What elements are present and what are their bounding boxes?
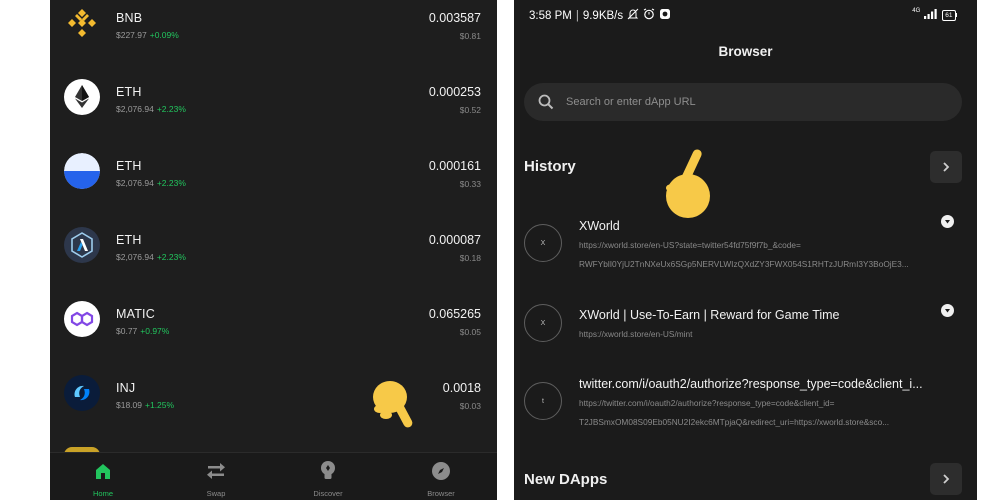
battery-icon: 61	[942, 9, 957, 21]
compass-icon	[401, 459, 481, 483]
nav-label: Swap	[206, 489, 226, 498]
new-dapps-more-button[interactable]	[930, 463, 962, 495]
ethereum-icon	[64, 79, 100, 115]
token-change: +0.97%	[140, 326, 170, 336]
token-usd-value: $0.81	[459, 31, 481, 41]
status-left: 3:58 PM | 9.9KB/s	[529, 8, 671, 23]
token-price: $2,076.94 +2.23%	[116, 104, 186, 114]
chevron-right-icon	[943, 162, 950, 172]
nav-label: Discover	[313, 489, 343, 498]
status-speed: 9.9KB/s	[582, 9, 624, 22]
token-amount: 0.0018	[442, 381, 481, 395]
nav-home[interactable]: Home	[63, 459, 143, 498]
bnb-icon	[64, 5, 100, 41]
token-symbol: INJ	[116, 381, 136, 395]
history-item-title: twitter.com/i/oauth2/authorize?response_…	[579, 377, 923, 391]
alarm-icon	[643, 8, 655, 23]
history-item[interactable]: X XWorld | Use-To-Earn | Reward for Game…	[514, 297, 977, 367]
nav-browser[interactable]: Browser	[401, 459, 481, 498]
signal-icon	[924, 8, 938, 22]
search-icon	[538, 93, 556, 111]
browser-screen: 3:58 PM | 9.9KB/s 4G 61 Browser Search o…	[514, 0, 977, 500]
token-symbol: BNB	[116, 11, 143, 25]
token-row-eth-arbitrum[interactable]: ETH $2,076.94 +2.23% 0.000087 $0.18	[50, 222, 497, 296]
token-change: +2.23%	[156, 178, 186, 188]
nav-label: Home	[92, 489, 113, 498]
site-favicon: t	[524, 382, 562, 420]
injective-icon	[64, 375, 100, 411]
chevron-right-icon	[943, 474, 950, 484]
history-item-url-continued: RWFYblI0YjU2TnNXeUx6SGp5NERVLWIzQXdZY3FW…	[579, 259, 909, 269]
wallet-screen: BNB $227.97 +0.09% 0.003587 $0.81 ETH $2,…	[50, 0, 497, 500]
token-row-eth-base[interactable]: ETH $2,076.94 +2.23% 0.000161 $0.33	[50, 148, 497, 222]
token-symbol: ETH	[116, 85, 142, 99]
mute-icon	[627, 8, 639, 23]
new-dapps-title: New DApps	[524, 471, 608, 488]
nav-discover[interactable]: Discover	[288, 459, 368, 498]
history-item-menu-icon[interactable]	[941, 304, 954, 317]
token-change: +1.25%	[145, 400, 175, 410]
status-bar: 3:58 PM | 9.9KB/s 4G 61	[514, 6, 977, 24]
token-symbol: MATIC	[116, 307, 155, 321]
history-item-url: https://xworld.store/en-US/mint	[579, 329, 693, 339]
token-usd-value: $0.18	[459, 253, 481, 263]
history-item-title: XWorld	[579, 219, 620, 233]
swap-icon	[176, 459, 256, 483]
token-amount: 0.000161	[428, 159, 481, 173]
search-bar[interactable]	[524, 83, 962, 121]
status-right: 4G 61	[912, 8, 957, 22]
polygon-icon	[64, 301, 100, 337]
token-amount: 0.065265	[428, 307, 481, 321]
token-price: $2,076.94 +2.23%	[116, 178, 186, 188]
token-change: +2.23%	[156, 104, 186, 114]
app-notification-icon	[659, 8, 671, 23]
token-usd-value: $0.52	[459, 105, 481, 115]
arbitrum-icon	[64, 227, 100, 263]
token-row-matic[interactable]: MATIC $0.77 +0.97% 0.065265 $0.05	[50, 296, 497, 370]
battery-level: 61	[942, 9, 956, 21]
token-usd-value: $0.03	[459, 401, 481, 411]
network-type: 4G	[912, 8, 921, 14]
token-change: +0.09%	[149, 30, 179, 40]
token-row-eth[interactable]: ETH $2,076.94 +2.23% 0.000253 $0.52	[50, 74, 497, 148]
history-item-title: XWorld | Use-To-Earn | Reward for Game T…	[579, 308, 840, 322]
history-item-url: https://xworld.store/en-US?state=twitter…	[579, 240, 801, 250]
history-title: History	[524, 158, 576, 175]
pointing-hand-icon	[368, 373, 432, 437]
lightbulb-icon	[288, 459, 368, 483]
token-usd-value: $0.05	[459, 327, 481, 337]
token-amount: 0.003587	[428, 11, 481, 25]
nav-swap[interactable]: Swap	[176, 459, 256, 498]
home-icon	[63, 459, 143, 483]
token-price: $2,076.94 +2.23%	[116, 252, 186, 262]
nav-label: Browser	[427, 489, 455, 498]
bottom-nav: Home Swap Discover Browser	[50, 452, 497, 500]
page-title: Browser	[718, 44, 773, 59]
history-item-url-continued: T2JBSmxOM08S09Eb05NU2I2ekc6MTpjaQ&redire…	[579, 417, 890, 427]
token-price: $18.09 +1.25%	[116, 400, 175, 410]
token-price: $0.77 +0.97%	[116, 326, 170, 336]
history-item[interactable]: X XWorld https://xworld.store/en-US?stat…	[514, 211, 977, 281]
token-row-bnb[interactable]: BNB $227.97 +0.09% 0.003587 $0.81	[50, 0, 497, 74]
token-usd-value: $0.33	[459, 179, 481, 189]
token-amount: 0.000087	[428, 233, 481, 247]
token-symbol: ETH	[116, 233, 142, 247]
history-item[interactable]: t twitter.com/i/oauth2/authorize?respons…	[514, 370, 977, 440]
history-more-button[interactable]	[930, 151, 962, 183]
search-input[interactable]	[566, 96, 946, 108]
base-icon	[64, 153, 100, 189]
status-time: 3:58 PM	[529, 9, 572, 22]
history-item-menu-icon[interactable]	[941, 215, 954, 228]
token-amount: 0.000253	[428, 85, 481, 99]
site-favicon: X	[524, 304, 562, 342]
history-item-url: https://twitter.com/i/oauth2/authorize?r…	[579, 398, 835, 408]
token-price: $227.97 +0.09%	[116, 30, 179, 40]
site-favicon: X	[524, 224, 562, 262]
token-change: +2.23%	[156, 252, 186, 262]
token-symbol: ETH	[116, 159, 142, 173]
